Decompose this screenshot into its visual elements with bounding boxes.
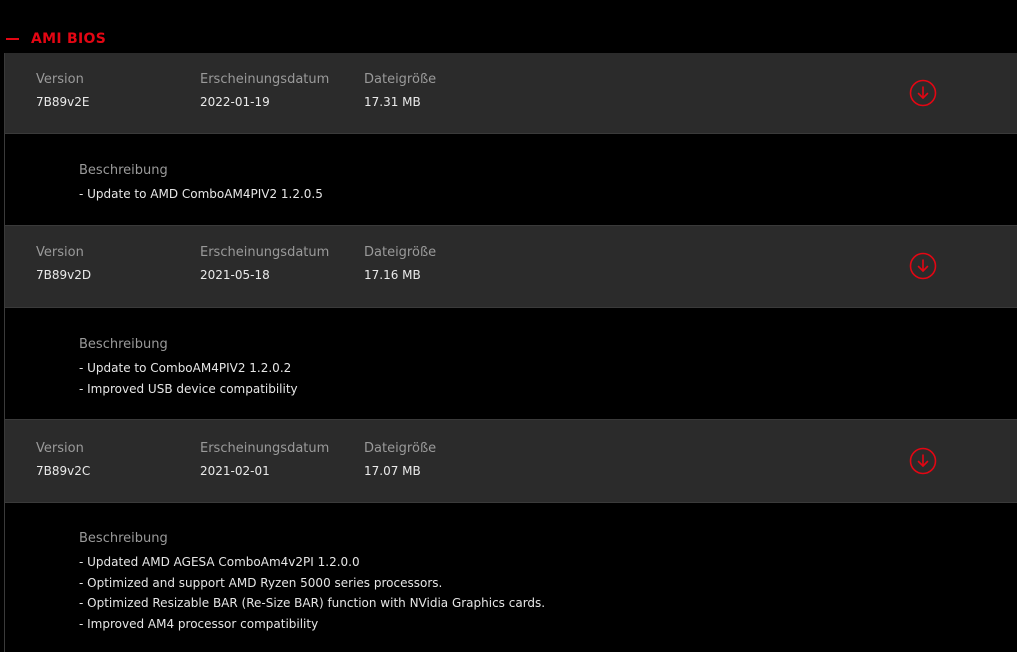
description-label: Beschreibung: [79, 163, 168, 178]
section-title: AMI BIOS: [31, 31, 107, 47]
description-line: - Optimized Resizable BAR (Re-Size BAR) …: [79, 596, 546, 610]
date-label: Erscheinungsdatum: [200, 245, 330, 260]
bios-download-page: AMI BIOS Version 7B89v2E Erscheinungsdat…: [0, 0, 1017, 652]
description-panel: Beschreibung - Update to ComboAM4PIV2 1.…: [4, 308, 1017, 420]
version-label: Version: [36, 72, 84, 87]
version-value: 7B89v2D: [36, 268, 92, 282]
bios-row: Version 7B89v2D Erscheinungsdatum 2021-0…: [4, 226, 1017, 308]
description-line: - Optimized and support AMD Ryzen 5000 s…: [79, 575, 443, 590]
download-button[interactable]: [909, 79, 937, 107]
version-value: 7B89v2C: [36, 464, 91, 478]
download-circle-icon[interactable]: [909, 447, 937, 475]
description-line: - Update to AMD ComboAM4PIV2 1.2.0.5: [79, 187, 323, 201]
date-cell: Erscheinungsdatum 2022-01-19: [200, 72, 329, 110]
size-value: 17.16 MB: [364, 268, 421, 282]
size-label: Dateigröße: [364, 72, 437, 87]
description-line: - Updated AMD AGESA ComboAm4v2PI 1.2.0.0: [79, 555, 360, 569]
date-cell: Erscheinungsdatum 2021-05-18: [200, 245, 329, 283]
date-value: 2021-05-18: [200, 268, 270, 282]
date-label: Erscheinungsdatum: [200, 72, 330, 87]
version-cell: Version 7B89v2D: [36, 245, 91, 283]
version-label: Version: [36, 245, 84, 260]
version-label: Version: [36, 441, 84, 456]
description-label: Beschreibung: [79, 337, 168, 352]
description-line: - Update to ComboAM4PIV2 1.2.0.2: [79, 361, 292, 375]
description-label: Beschreibung: [79, 531, 168, 546]
size-value: 17.31 MB: [364, 95, 421, 109]
size-label: Dateigröße: [364, 245, 437, 260]
date-value: 2022-01-19: [200, 95, 270, 109]
description-line: - Improved USB device compatibility: [79, 381, 298, 396]
description-panel: Beschreibung - Update to AMD ComboAM4PIV…: [4, 134, 1017, 226]
date-label: Erscheinungsdatum: [200, 441, 330, 456]
bios-row: Version 7B89v2C Erscheinungsdatum 2021-0…: [4, 420, 1017, 503]
date-value: 2021-02-01: [200, 464, 270, 478]
download-circle-icon[interactable]: [909, 79, 937, 107]
version-cell: Version 7B89v2C: [36, 441, 90, 479]
size-label: Dateigröße: [364, 441, 437, 456]
download-button[interactable]: [909, 447, 937, 475]
size-cell: Dateigröße 17.16 MB: [364, 245, 436, 283]
version-cell: Version 7B89v2E: [36, 72, 89, 110]
collapse-icon[interactable]: [6, 38, 19, 40]
download-button[interactable]: [909, 252, 937, 280]
size-cell: Dateigröße 17.31 MB: [364, 72, 436, 110]
size-value: 17.07 MB: [364, 464, 421, 478]
section-header-ami-bios[interactable]: AMI BIOS: [0, 28, 300, 50]
date-cell: Erscheinungsdatum 2021-02-01: [200, 441, 329, 479]
bios-list: Version 7B89v2E Erscheinungsdatum 2022-0…: [4, 53, 1017, 652]
version-value: 7B89v2E: [36, 95, 90, 109]
size-cell: Dateigröße 17.07 MB: [364, 441, 436, 479]
description-line: - Improved AM4 processor compatibility: [79, 616, 319, 631]
download-circle-icon[interactable]: [909, 252, 937, 280]
bios-row: Version 7B89v2E Erscheinungsdatum 2022-0…: [4, 53, 1017, 134]
description-panel: Beschreibung - Updated AMD AGESA ComboAm…: [4, 503, 1017, 652]
